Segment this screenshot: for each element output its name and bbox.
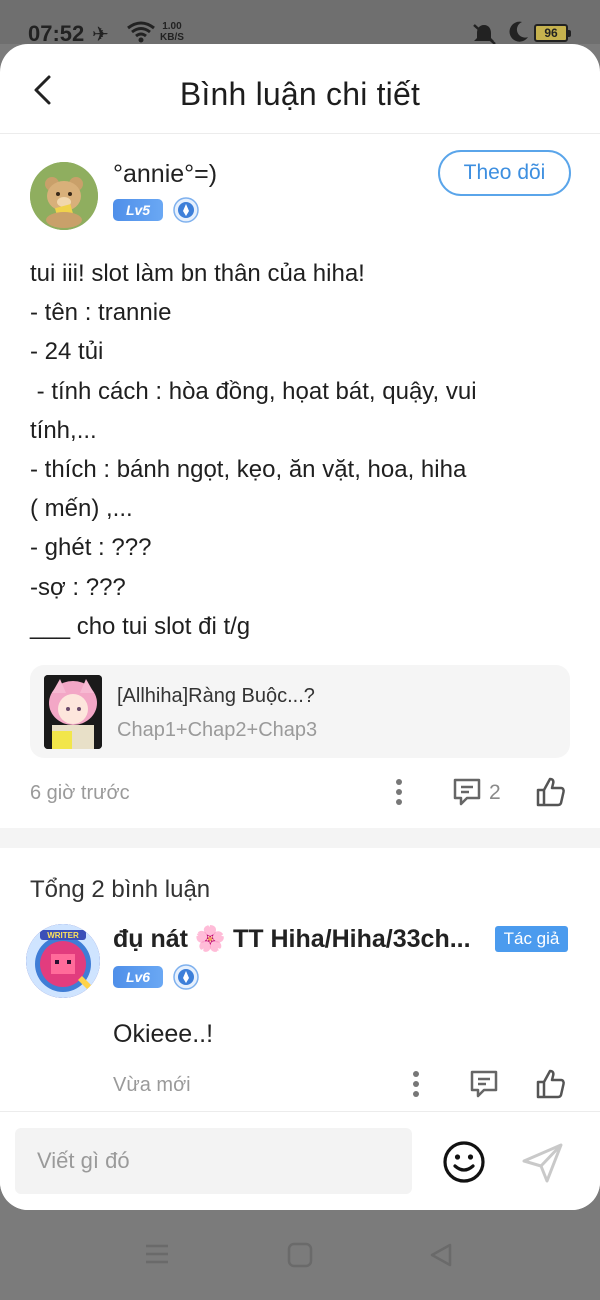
post-line: - 24 tủi bbox=[30, 338, 104, 366]
send-icon bbox=[522, 1143, 563, 1183]
status-bar: 07:52 ✈ 1.00 KB/S 96 bbox=[0, 0, 600, 46]
back-nav-icon[interactable] bbox=[428, 1242, 454, 1268]
more-vertical-icon bbox=[413, 1071, 419, 1097]
avatar[interactable] bbox=[30, 162, 98, 230]
comment-detail-sheet: Bình luận chi tiết °annie°=) Lv5 Theo dõ… bbox=[0, 44, 600, 1210]
mute-icon bbox=[473, 24, 496, 45]
post-line: tui iii! slot làm bn thân của hiha! bbox=[30, 260, 365, 287]
home-icon[interactable] bbox=[287, 1242, 313, 1268]
commenter-level-badge: Lv6 bbox=[113, 966, 163, 988]
bear-avatar-icon bbox=[30, 162, 98, 230]
menu-icon[interactable] bbox=[144, 1242, 170, 1266]
more-button[interactable] bbox=[384, 777, 414, 807]
post-timestamp: 6 giờ trước bbox=[30, 782, 130, 804]
post-content: tui iii! slot làm bn thân của hiha! - tê… bbox=[30, 254, 575, 646]
thumbs-up-icon bbox=[536, 777, 565, 807]
story-subtitle: Chap1+Chap2+Chap3 bbox=[117, 719, 318, 741]
author-badge: Tác giả bbox=[495, 926, 568, 952]
commenter-avatar[interactable]: WRITER bbox=[26, 924, 100, 998]
rank-icon bbox=[173, 197, 199, 223]
more-vertical-icon bbox=[396, 779, 402, 805]
moon-icon bbox=[509, 21, 528, 42]
battery-indicator: 96 bbox=[534, 24, 571, 42]
commenter-name[interactable]: đụ nát 🌸 TT Hiha/Hiha/33ch... bbox=[113, 925, 488, 954]
story-title: [Allhiha]Ràng Buộc...? bbox=[117, 685, 315, 707]
comment-more-button[interactable] bbox=[401, 1069, 431, 1099]
comment-input-bar bbox=[0, 1111, 600, 1210]
header: Bình luận chi tiết bbox=[0, 44, 600, 134]
thumbs-up-icon bbox=[536, 1069, 565, 1099]
post-line: ___ cho tui slot đi t/g bbox=[30, 612, 251, 640]
comment-reply-button[interactable] bbox=[467, 1067, 501, 1101]
smiley-icon bbox=[443, 1141, 485, 1183]
reply-count: 2 bbox=[489, 781, 501, 804]
emoji-button[interactable] bbox=[442, 1140, 486, 1184]
comment-timestamp: Vừa mới bbox=[113, 1074, 191, 1096]
comment-text: Okieee..! bbox=[113, 1020, 214, 1048]
post-line: ( mến) ,... bbox=[30, 495, 133, 523]
wifi-icon bbox=[127, 21, 155, 43]
post-line: tính,... bbox=[30, 416, 97, 444]
post-line: - tên : trannie bbox=[30, 299, 172, 327]
like-button[interactable] bbox=[533, 774, 569, 810]
page-title: Bình luận chi tiết bbox=[179, 76, 421, 112]
story-cover bbox=[44, 675, 102, 749]
story-cover-image bbox=[44, 675, 102, 749]
writer-avatar-image: WRITER bbox=[26, 924, 100, 998]
rank-icon bbox=[173, 964, 199, 990]
comment-like-button[interactable] bbox=[533, 1066, 569, 1102]
svg-text:WRITER: WRITER bbox=[47, 931, 79, 940]
send-button[interactable] bbox=[520, 1140, 566, 1186]
comments-total: Tổng 2 bình luận bbox=[30, 876, 211, 903]
post-line: - thích : bánh ngọt, kẹo, ăn vặt, hoa, h… bbox=[30, 456, 467, 484]
level-badge: Lv5 bbox=[113, 199, 163, 221]
network-speed: 1.00 KB/S bbox=[160, 21, 184, 43]
section-divider bbox=[0, 828, 600, 848]
comment-input[interactable] bbox=[15, 1128, 412, 1194]
post-line: - tính cách : hòa đồng, họat bát, quậy, … bbox=[30, 377, 477, 405]
post-line: - ghét : ??? bbox=[30, 534, 152, 562]
post-username[interactable]: °annie°=) bbox=[113, 160, 217, 189]
reply-button[interactable] bbox=[450, 775, 484, 809]
post-line: -sợ : ??? bbox=[30, 573, 126, 601]
comment-icon bbox=[470, 1070, 498, 1098]
story-link-card[interactable]: [Allhiha]Ràng Buộc...? Chap1+Chap2+Chap3 bbox=[30, 665, 570, 758]
system-nav-bar bbox=[0, 1210, 600, 1300]
comment-icon bbox=[453, 778, 481, 806]
follow-button[interactable]: Theo dõi bbox=[438, 150, 571, 196]
